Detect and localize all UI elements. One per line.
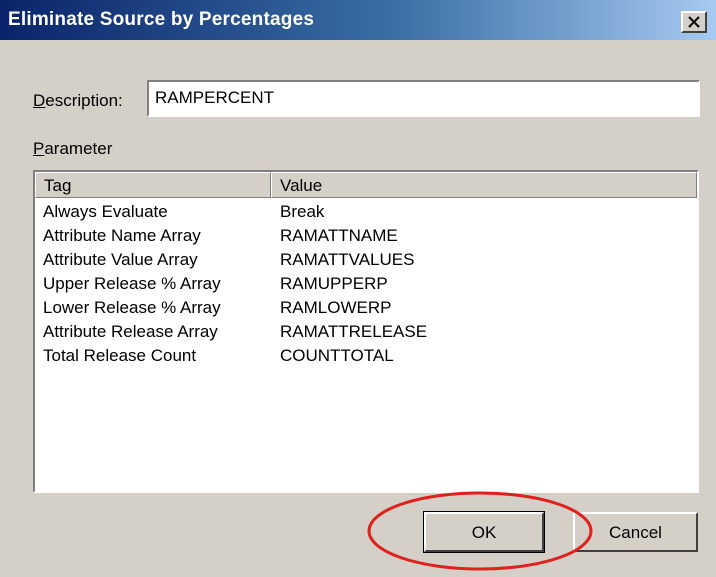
list-header: Tag Value [35, 172, 697, 198]
value-cell: RAMATTNAME [280, 226, 398, 245]
value-cell: RAMATTRELEASE [280, 322, 428, 341]
tag-cell: Total Release Count [43, 346, 197, 365]
value-cell: COUNTTOTAL [280, 346, 394, 365]
column-header-tag[interactable]: Tag [35, 172, 271, 198]
tag-cell: Lower Release % Array [43, 298, 221, 317]
list-item[interactable]: Attribute Name Array RAMATTNAME [35, 226, 697, 250]
list-item[interactable]: Lower Release % Array RAMLOWERP [35, 298, 697, 322]
value-cell: RAMLOWERP [280, 298, 392, 317]
description-field[interactable]: RAMPERCENT [147, 80, 700, 117]
tag-cell: Attribute Release Array [43, 322, 218, 341]
parameter-list[interactable]: Tag Value Always Evaluate Break Attribut… [33, 170, 699, 493]
value-cell: Break [280, 202, 325, 221]
list-item[interactable]: Attribute Release Array RAMATTRELEASE [35, 322, 697, 346]
column-header-value[interactable]: Value [271, 172, 697, 198]
parameter-label: Parameter [33, 139, 113, 158]
close-icon [688, 16, 700, 28]
eliminate-source-dialog: Eliminate Source by Percentages Descript… [0, 0, 716, 577]
close-button[interactable] [681, 11, 707, 33]
tag-cell: Attribute Name Array [43, 226, 201, 245]
list-item[interactable]: Total Release Count COUNTTOTAL [35, 346, 697, 370]
value-cell: RAMATTVALUES [280, 250, 415, 269]
description-label: Description: [33, 91, 123, 110]
list-item[interactable]: Attribute Value Array RAMATTVALUES [35, 250, 697, 274]
window-title: Eliminate Source by Percentages [8, 9, 315, 30]
list-item[interactable]: Always Evaluate Break [35, 202, 697, 226]
title-bar[interactable]: Eliminate Source by Percentages [0, 0, 716, 40]
list-item[interactable]: Upper Release % Array RAMUPPERP [35, 274, 697, 298]
tag-cell: Attribute Value Array [43, 250, 198, 269]
tag-cell: Upper Release % Array [43, 274, 221, 293]
highlight-annotation [367, 491, 593, 571]
value-cell: RAMUPPERP [280, 274, 388, 293]
tag-cell: Always Evaluate [43, 202, 168, 221]
